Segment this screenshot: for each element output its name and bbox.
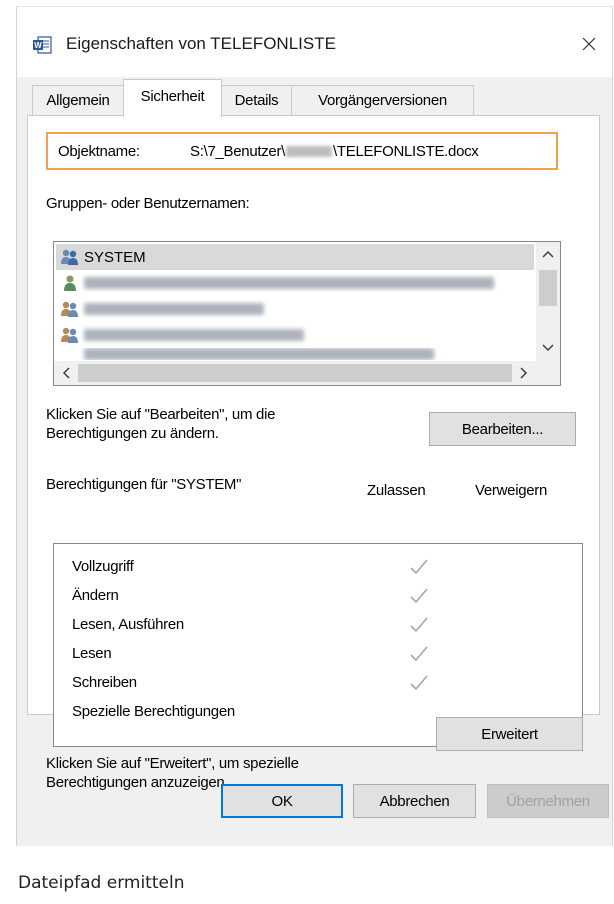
redacted-entry bbox=[84, 348, 434, 360]
svg-text:W: W bbox=[34, 41, 42, 50]
security-tab-panel: Objektname: S:\7_Benutzer\ \TELEFONLISTE… bbox=[27, 115, 600, 791]
word-document-icon: W bbox=[33, 36, 52, 54]
permission-row-lesen: Lesen bbox=[72, 643, 552, 667]
vertical-scroll-thumb[interactable] bbox=[539, 270, 557, 306]
list-item-redacted[interactable] bbox=[56, 296, 534, 322]
properties-dialog: W Eigenschaften von TELEFONLISTE Allgeme… bbox=[16, 6, 613, 846]
edit-hint-line2: Berechtigungen zu ändern. bbox=[46, 425, 219, 442]
apply-button[interactable]: Übernehmen bbox=[487, 784, 609, 818]
permission-name: Spezielle Berechtigungen bbox=[72, 703, 235, 720]
permission-name: Ändern bbox=[72, 587, 119, 604]
object-name-label: Objektname: bbox=[58, 143, 140, 160]
scroll-left-icon[interactable] bbox=[56, 363, 76, 383]
user-group-icon bbox=[61, 301, 78, 317]
user-icon bbox=[64, 275, 76, 291]
permissions-header: Berechtigungen für "SYSTEM" bbox=[46, 476, 242, 493]
check-icon bbox=[410, 675, 428, 691]
image-caption: Dateipfad ermitteln bbox=[18, 873, 185, 893]
user-group-icon bbox=[61, 249, 78, 265]
permission-row-schreiben: Schreiben bbox=[72, 672, 552, 696]
close-button[interactable] bbox=[574, 29, 604, 59]
list-item-system[interactable]: SYSTEM bbox=[56, 244, 534, 270]
list-item-redacted[interactable] bbox=[56, 322, 534, 348]
permission-row-lesen-ausfuehren: Lesen, Ausführen bbox=[72, 614, 552, 638]
check-icon bbox=[410, 588, 428, 604]
object-path: S:\7_Benutzer\ \TELEFONLISTE.docx bbox=[190, 143, 479, 160]
list-item-redacted[interactable] bbox=[56, 348, 534, 360]
permission-row-vollzugriff: Vollzugriff bbox=[72, 556, 552, 580]
window-title: Eigenschaften von TELEFONLISTE bbox=[66, 34, 336, 53]
advanced-button[interactable]: Erweitert bbox=[436, 717, 583, 751]
dialog-client-area: Allgemein Sicherheit Details Vorgängerve… bbox=[17, 77, 612, 846]
scroll-right-icon[interactable] bbox=[514, 363, 534, 383]
cancel-button[interactable]: Abbrechen bbox=[353, 784, 476, 818]
permission-row-aendern: Ändern bbox=[72, 585, 552, 609]
permission-name: Schreiben bbox=[72, 674, 137, 691]
redacted-entry bbox=[84, 303, 264, 315]
permission-name: Lesen bbox=[72, 645, 112, 662]
horizontal-scroll-thumb[interactable] bbox=[78, 364, 512, 382]
group-user-list[interactable]: SYSTEM bbox=[53, 241, 561, 386]
object-name-field: Objektname: S:\7_Benutzer\ \TELEFONLISTE… bbox=[46, 132, 558, 170]
scroll-up-icon[interactable] bbox=[538, 244, 558, 264]
tab-details[interactable]: Details bbox=[221, 85, 292, 115]
title-bar: W Eigenschaften von TELEFONLISTE bbox=[17, 7, 612, 77]
edit-button[interactable]: Bearbeiten... bbox=[429, 412, 576, 446]
check-icon bbox=[410, 559, 428, 575]
tab-sicherheit[interactable]: Sicherheit bbox=[123, 79, 222, 117]
permission-name: Lesen, Ausführen bbox=[72, 616, 184, 633]
vertical-scrollbar[interactable] bbox=[536, 242, 560, 361]
redacted-entry bbox=[84, 277, 494, 289]
tab-allgemein[interactable]: Allgemein bbox=[32, 85, 124, 115]
list-item-redacted[interactable] bbox=[56, 270, 534, 296]
scroll-down-icon[interactable] bbox=[538, 338, 558, 358]
check-icon bbox=[410, 646, 428, 662]
permission-name: Vollzugriff bbox=[72, 558, 134, 575]
object-path-prefix: S:\7_Benutzer\ bbox=[190, 143, 286, 160]
tab-vorgaengerversionen[interactable]: Vorgängerversionen bbox=[291, 85, 474, 115]
groups-label: Gruppen- oder Benutzernamen: bbox=[46, 195, 250, 212]
edit-hint-line1: Klicken Sie auf "Bearbeiten", um die bbox=[46, 406, 276, 423]
deny-column-header: Verweigern bbox=[475, 482, 548, 499]
check-icon bbox=[410, 617, 428, 633]
horizontal-scrollbar[interactable] bbox=[54, 361, 560, 385]
tab-strip: Allgemein Sicherheit Details Vorgängerve… bbox=[17, 77, 612, 117]
redacted-username bbox=[286, 146, 333, 157]
advanced-hint-line1: Klicken Sie auf "Erweitert", um speziell… bbox=[46, 755, 299, 772]
redacted-entry bbox=[84, 329, 304, 341]
edit-hint: Klicken Sie auf "Bearbeiten", um die Ber… bbox=[46, 405, 275, 443]
list-item-label: SYSTEM bbox=[84, 248, 146, 266]
ok-button[interactable]: OK bbox=[221, 784, 343, 818]
object-path-suffix: \TELEFONLISTE.docx bbox=[333, 143, 479, 160]
allow-column-header: Zulassen bbox=[367, 482, 426, 499]
close-icon bbox=[582, 37, 596, 51]
user-group-icon bbox=[61, 327, 78, 343]
